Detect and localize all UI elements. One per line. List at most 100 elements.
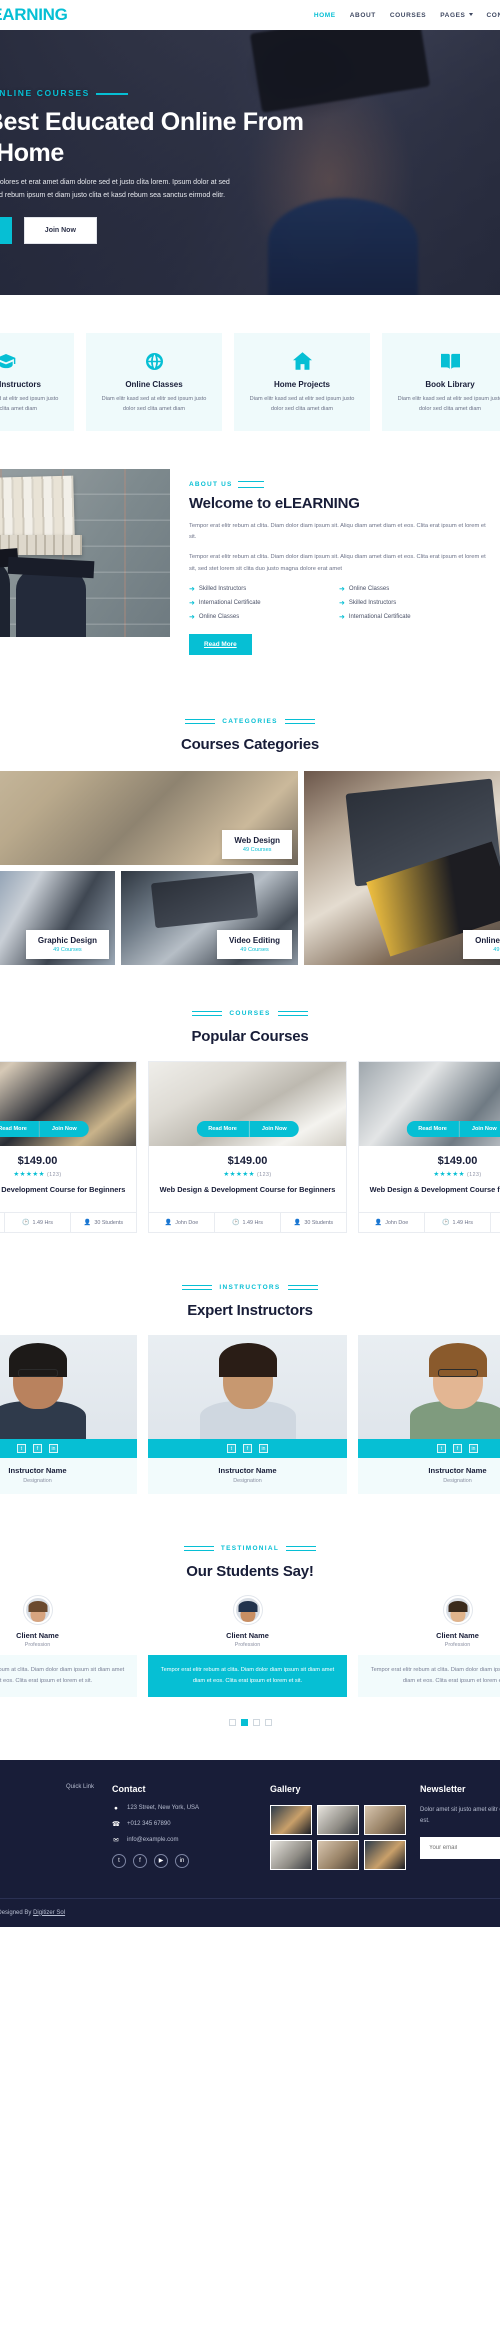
course-join-now-button[interactable]: Join Now: [39, 1120, 89, 1137]
phone-icon: ☎: [112, 1820, 121, 1828]
gallery-thumb[interactable]: [270, 1839, 312, 1870]
category-count: 49 Courses: [53, 946, 82, 953]
hero-title: The Best Educated Online From Your Home: [0, 107, 500, 168]
facebook-icon[interactable]: f: [33, 1444, 42, 1454]
course-join-now-button[interactable]: Join Now: [459, 1120, 500, 1137]
course-join-now-button[interactable]: Join Now: [249, 1120, 299, 1137]
facebook-icon[interactable]: f: [133, 1853, 147, 1868]
gallery-thumb[interactable]: [364, 1804, 406, 1835]
instructors-kicker-label: INSTRUCTORS: [219, 1284, 281, 1292]
feature-card-home-projects[interactable]: Home Projects Diam elitr kasd sed at eli…: [234, 333, 370, 431]
instructor-socials: t f in: [148, 1439, 347, 1459]
twitter-icon[interactable]: t: [437, 1444, 446, 1454]
hero-title-line2: Your Home: [0, 138, 64, 167]
linkedin-icon[interactable]: in: [175, 1853, 189, 1868]
feature-card-skilled-instructors[interactable]: Skilled Instructors Diam elitr kasd sed …: [0, 333, 74, 431]
youtube-icon[interactable]: ▶: [154, 1853, 168, 1868]
hero-join-now-button[interactable]: Join Now: [23, 216, 97, 244]
course-card[interactable]: Read More Join Now $149.00 ★★★★★(123) We…: [358, 1060, 500, 1234]
feature-title: Online Classes: [125, 380, 183, 389]
user-icon: 👤: [83, 1220, 92, 1227]
dash-left-icon: [192, 1010, 223, 1016]
twitter-icon[interactable]: t: [227, 1444, 236, 1454]
carousel-dot-2[interactable]: [240, 1718, 248, 1726]
twitter-icon[interactable]: t: [112, 1853, 126, 1868]
client-role: Profession: [444, 1642, 471, 1649]
twitter-icon[interactable]: t: [17, 1444, 26, 1454]
instructor-info: Instructor Name Designation: [148, 1458, 347, 1494]
gallery-thumb[interactable]: [270, 1804, 312, 1835]
nav-item-contact[interactable]: CONTACT: [487, 12, 500, 19]
linkedin-icon[interactable]: in: [49, 1444, 58, 1454]
designer-link[interactable]: Digitizer Sol: [33, 1910, 65, 1916]
footer-gallery-title: Gallery: [270, 1783, 301, 1794]
category-card-video-editing[interactable]: Video Editing 49 Courses: [121, 870, 298, 965]
testimonial-card[interactable]: Client Name Profession Tempor erat elitr…: [358, 1596, 500, 1697]
glasses-icon: [17, 1369, 58, 1378]
testimonials-heading: TESTIMONIAL Our Students Say!: [0, 1512, 500, 1580]
avatar: [443, 1596, 472, 1625]
rating-count: (123): [257, 1171, 272, 1178]
footer-gallery-column: Gallery: [270, 1784, 420, 1878]
linkedin-icon[interactable]: in: [259, 1444, 268, 1454]
carousel-dots: [0, 1705, 500, 1760]
hero-read-more-button[interactable]: Read More: [0, 216, 12, 244]
footer-quicklink-partial: Quick Link: [65, 1783, 94, 1790]
category-card-web-design[interactable]: Web Design 49 Courses: [0, 770, 298, 865]
nav-item-pages[interactable]: PAGES: [440, 12, 473, 19]
footer-quicklink-column: Quick Link: [0, 1784, 112, 1878]
course-read-more-button[interactable]: Read More: [0, 1120, 40, 1137]
address-value: 123 Street, New York, USA: [127, 1805, 200, 1812]
about-read-more-button[interactable]: Read More: [189, 633, 252, 655]
feature-text: Diam elitr kasd sed at elitr sed ipsum j…: [101, 396, 207, 412]
clock-icon: 🕑: [442, 1220, 450, 1227]
testimonial-card[interactable]: Client Name Profession Tempor erat elitr…: [0, 1596, 137, 1697]
avatar-hair: [28, 1601, 47, 1613]
footer-phone: ☎ +012 345 67890: [112, 1820, 256, 1828]
category-label: Web Design 49 Courses: [222, 829, 292, 859]
feature-card-book-library[interactable]: Book Library Diam elitr kasd sed at elit…: [382, 333, 500, 431]
popular-title: Popular Courses: [191, 1027, 309, 1045]
course-title: Web Design & Development Course for Begi…: [159, 1184, 336, 1194]
instructor-card[interactable]: t f in Instructor Name Designation: [0, 1335, 137, 1495]
instructor-card[interactable]: t f in Instructor Name Designation: [358, 1335, 500, 1495]
star-rating-icon: ★★★★★: [223, 1170, 255, 1178]
nav-item-home[interactable]: HOME: [314, 12, 336, 19]
category-card-graphic-design[interactable]: Graphic Design 49 Courses: [0, 870, 115, 965]
feature-card-online-classes[interactable]: Online Classes Diam elitr kasd sed at el…: [86, 333, 222, 431]
hero-banner: BEST ONLINE COURSES The Best Educated On…: [0, 30, 500, 295]
instructor-photo: [358, 1335, 500, 1440]
category-name: Online Marketing: [475, 935, 500, 945]
arrow-right-icon: ➜: [339, 585, 345, 593]
course-image: Read More Join Now: [359, 1061, 500, 1146]
carousel-dot-1[interactable]: [228, 1718, 236, 1726]
category-card-online-marketing[interactable]: Online Marketing 49 Courses: [304, 770, 500, 965]
client-name: Client Name: [226, 1631, 269, 1641]
gallery-thumb[interactable]: [317, 1804, 359, 1835]
author-name: John Doe: [385, 1219, 409, 1226]
testimonial-card[interactable]: Client Name Profession Tempor erat elitr…: [148, 1596, 347, 1697]
course-card[interactable]: Read More Join Now $149.00 ★★★★★(123) We…: [148, 1060, 347, 1234]
newsletter-email-input[interactable]: [420, 1836, 500, 1859]
course-read-more-button[interactable]: Read More: [406, 1120, 460, 1137]
course-read-more-button[interactable]: Read More: [196, 1120, 250, 1137]
facebook-icon[interactable]: f: [243, 1444, 252, 1454]
carousel-dot-3[interactable]: [252, 1718, 260, 1726]
nav-item-about[interactable]: ABOUT: [350, 12, 376, 19]
course-card[interactable]: Read More Join Now $149.00 ★★★★★(123) We…: [0, 1060, 137, 1234]
instructor-card[interactable]: t f in Instructor Name Designation: [148, 1335, 347, 1495]
list-item: ➜ Online Classes: [339, 586, 489, 593]
gallery-thumb[interactable]: [364, 1839, 406, 1870]
nav-item-courses[interactable]: COURSES: [390, 12, 426, 19]
nav-links: HOME ABOUT COURSES PAGES CONTACT: [314, 12, 500, 19]
facebook-icon[interactable]: f: [453, 1444, 462, 1454]
site-logo[interactable]: eLEARNING: [0, 5, 68, 25]
gallery-thumb[interactable]: [317, 1839, 359, 1870]
carousel-dot-4[interactable]: [264, 1718, 272, 1726]
linkedin-icon[interactable]: in: [469, 1444, 478, 1454]
dash-right-icon: [284, 718, 315, 724]
footer-newsletter-title: Newsletter: [420, 1783, 466, 1794]
course-meta: 👤John Doe 🕑1.49 Hrs 👤30 Students: [359, 1212, 500, 1233]
feature-text: Diam elitr kasd sed at elitr sed ipsum j…: [0, 396, 59, 412]
user-icon: 👤: [293, 1220, 302, 1227]
